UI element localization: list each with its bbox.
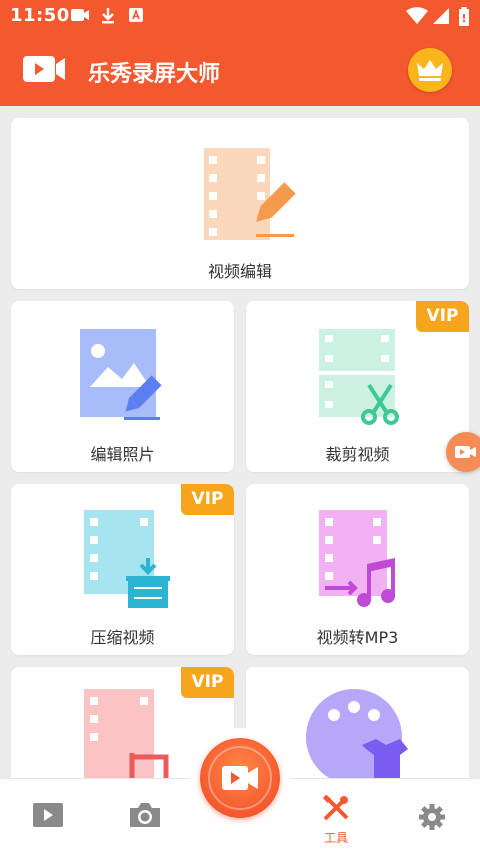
battery-icon: ! <box>459 7 469 26</box>
status-bar: 11:50 ! <box>0 0 480 32</box>
nav-screenshots[interactable] <box>96 779 192 855</box>
record-camera-icon <box>455 446 476 458</box>
compress-video-card[interactable]: 压缩视频 VIP <box>11 484 234 655</box>
floating-record-button[interactable] <box>446 432 480 472</box>
vip-badge: VIP <box>181 667 234 698</box>
video-record-notification-icon <box>71 9 89 21</box>
record-button[interactable] <box>200 738 280 818</box>
app-logo-camera-icon <box>23 56 65 82</box>
video-to-mp3-card[interactable]: 视频转MP3 <box>246 484 469 655</box>
trim-video-card[interactable]: 裁剪视频 VIP <box>246 301 469 472</box>
camera-icon <box>130 803 160 827</box>
video-play-icon <box>33 803 63 827</box>
app-bar: 乐秀录屏大师 <box>0 32 480 106</box>
video-edit-icon <box>204 148 296 240</box>
app-notification-icon <box>129 8 143 22</box>
vip-badge: VIP <box>181 484 234 515</box>
trim-video-icon <box>319 329 399 425</box>
trim-video-label: 裁剪视频 <box>325 445 390 464</box>
gear-icon <box>419 804 445 830</box>
photo-edit-label: 编辑照片 <box>90 445 155 464</box>
compress-video-label: 压缩视频 <box>90 628 155 647</box>
vip-badge: VIP <box>416 301 469 332</box>
nav-settings[interactable] <box>384 779 480 855</box>
crown-icon <box>417 60 443 81</box>
video-to-mp3-label: 视频转MP3 <box>316 628 399 647</box>
nav-video-list[interactable] <box>0 779 96 855</box>
video-edit-label: 视频编辑 <box>207 262 272 281</box>
video-edit-card[interactable]: 视频编辑 <box>11 118 469 289</box>
photo-edit-card[interactable]: 编辑照片 <box>11 301 234 472</box>
status-time: 11:50 <box>10 5 70 26</box>
compress-video-icon <box>84 510 170 608</box>
download-icon <box>102 8 114 24</box>
palette-theme-icon <box>306 689 408 785</box>
signal-icon <box>433 8 449 24</box>
svg-text:!: ! <box>461 12 466 25</box>
video-to-mp3-icon <box>319 510 395 607</box>
tools-icon <box>322 795 349 821</box>
vip-crown-button[interactable] <box>408 48 452 92</box>
app-title: 乐秀录屏大师 <box>88 62 221 87</box>
record-video-icon <box>222 766 258 790</box>
photo-edit-icon <box>80 329 162 420</box>
nav-tools-label: 工具 <box>323 831 348 845</box>
crop-video-icon <box>84 689 169 787</box>
nav-tools[interactable]: 工具 <box>288 779 384 855</box>
wifi-icon <box>406 7 428 24</box>
